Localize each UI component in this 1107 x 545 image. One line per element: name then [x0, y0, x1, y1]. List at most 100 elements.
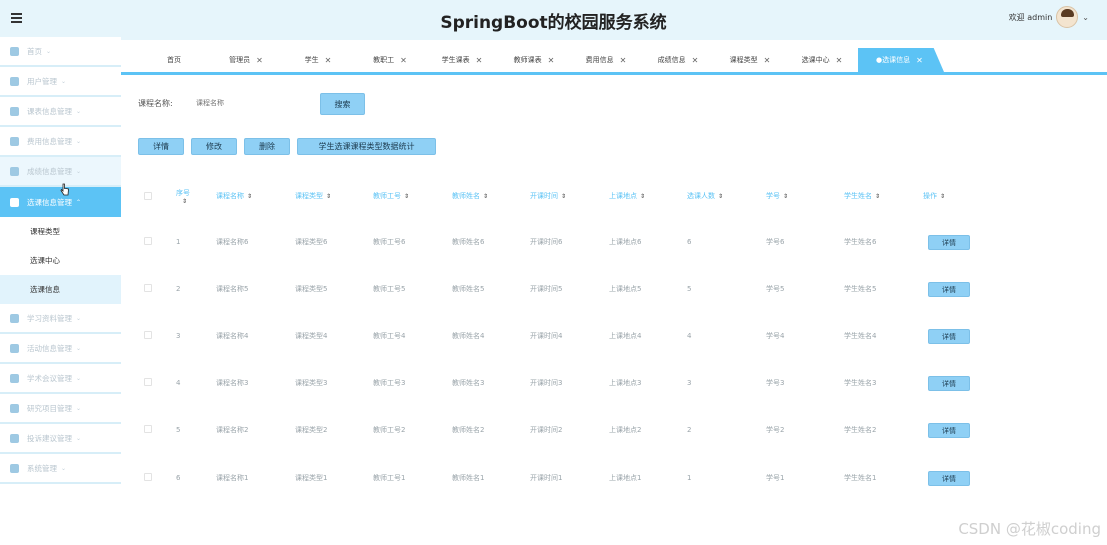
cell-teacher-name: 教师姓名4: [452, 331, 485, 340]
tab-home[interactable]: 首页: [138, 48, 210, 72]
delete-button[interactable]: 删除: [244, 138, 290, 155]
row-checkbox[interactable]: [144, 473, 152, 481]
sidebar-item-system[interactable]: 系统管理 ⌄: [0, 454, 121, 484]
cell-index: 2: [176, 284, 181, 293]
sort-icon[interactable]: ⇕: [483, 193, 488, 200]
tab-student-schedule[interactable]: 学生课表 ✕: [426, 48, 498, 72]
tab-selection-info[interactable]: ●选课信息 ✕: [858, 48, 944, 72]
sidebar-item-complaints[interactable]: 投诉建议管理 ⌄: [0, 424, 121, 454]
sort-icon[interactable]: ⇕: [404, 193, 409, 200]
close-icon[interactable]: ✕: [764, 56, 771, 65]
sort-icon[interactable]: ⇕: [875, 193, 880, 200]
row-detail-button[interactable]: 详情: [928, 235, 970, 250]
course-type-stats-button[interactable]: 学生选课课程类型数据统计: [297, 138, 436, 155]
sort-icon[interactable]: ⇕: [561, 193, 566, 200]
sidebar-subitem-selection-info[interactable]: 选课信息: [0, 275, 121, 304]
sort-icon[interactable]: ⇕: [783, 193, 788, 200]
sidebar-item-activities[interactable]: 活动信息管理 ⌄: [0, 334, 121, 364]
cell-course-type: 课程类型1: [295, 473, 328, 482]
sidebar-item-users[interactable]: 用户管理 ⌄: [0, 67, 121, 97]
column-header-student-name[interactable]: 学生姓名 ⇕: [844, 178, 880, 214]
row-detail-button[interactable]: 详情: [928, 282, 970, 297]
sidebar-item-schedule[interactable]: 课表信息管理 ⌄: [0, 97, 121, 127]
close-icon[interactable]: ✕: [256, 56, 263, 65]
column-header-teacher-name[interactable]: 教师姓名 ⇕: [452, 178, 488, 214]
sort-icon[interactable]: ⇕: [940, 193, 945, 200]
sidebar-item-conferences[interactable]: 学术会议管理 ⌄: [0, 364, 121, 394]
chevron-down-icon: ⌄: [61, 77, 67, 85]
row-checkbox[interactable]: [144, 425, 152, 433]
column-header-course-type[interactable]: 课程类型 ⇕: [295, 178, 331, 214]
cell-teacher-id: 教师工号2: [373, 425, 406, 434]
sort-icon[interactable]: ⇕: [247, 193, 252, 200]
cell-teacher-name: 教师姓名2: [452, 425, 485, 434]
close-icon[interactable]: ✕: [916, 56, 923, 65]
tab-course-type[interactable]: 课程类型 ✕: [714, 48, 786, 72]
sort-icon[interactable]: ⇕: [718, 193, 723, 200]
tab-selection-center[interactable]: 选课中心 ✕: [786, 48, 858, 72]
cell-course-name: 课程名称1: [216, 473, 249, 482]
cell-course-name: 课程名称3: [216, 378, 249, 387]
table-row[interactable]: 4 课程名称3 课程类型3 教师工号3 教师姓名3 开课时间3 上课地点3 3 …: [138, 359, 1098, 406]
column-header-course-name[interactable]: 课程名称 ⇕: [216, 178, 252, 214]
avatar[interactable]: [1056, 6, 1079, 28]
tab-fees[interactable]: 费用信息 ✕: [570, 48, 642, 72]
row-checkbox[interactable]: [144, 331, 152, 339]
course-name-search-input[interactable]: [186, 94, 306, 112]
column-header-location[interactable]: 上课地点 ⇕: [609, 178, 645, 214]
row-detail-button[interactable]: 详情: [928, 471, 970, 486]
sort-icon[interactable]: ⇕: [326, 193, 331, 200]
column-header-teacher-id[interactable]: 教师工号 ⇕: [373, 178, 409, 214]
table-row[interactable]: 5 课程名称2 课程类型2 教师工号2 教师姓名2 开课时间2 上课地点2 2 …: [138, 406, 1098, 453]
cell-start-time: 开课时间3: [530, 378, 563, 387]
column-header-student-id[interactable]: 学号 ⇕: [766, 178, 788, 214]
chevron-down-icon[interactable]: ⌄: [1082, 13, 1089, 22]
row-checkbox[interactable]: [144, 284, 152, 292]
table-row[interactable]: 6 课程名称1 课程类型1 教师工号1 教师姓名1 开课时间1 上课地点1 1 …: [138, 454, 1098, 501]
column-header-start-time[interactable]: 开课时间 ⇕: [530, 178, 566, 214]
table-row[interactable]: 1 课程名称6 课程类型6 教师工号6 教师姓名6 开课时间6 上课地点6 6 …: [138, 218, 1098, 265]
cell-location: 上课地点5: [609, 284, 642, 293]
grid-icon: [10, 403, 19, 413]
sidebar-subitem-selection-center[interactable]: 选课中心: [0, 246, 121, 275]
row-detail-button[interactable]: 详情: [928, 376, 970, 391]
sidebar-item-projects[interactable]: 研究项目管理 ⌄: [0, 394, 121, 424]
column-header-actions[interactable]: 操作 ⇕: [923, 178, 945, 214]
edit-button[interactable]: 修改: [191, 138, 237, 155]
row-checkbox[interactable]: [144, 237, 152, 245]
cell-enrollment: 2: [687, 425, 692, 434]
table-row[interactable]: 2 课程名称5 课程类型5 教师工号5 教师姓名5 开课时间5 上课地点5 5 …: [138, 265, 1098, 312]
cell-course-type: 课程类型6: [295, 237, 328, 246]
tab-teacher-schedule[interactable]: 教师课表 ✕: [498, 48, 570, 72]
close-icon[interactable]: ✕: [548, 56, 555, 65]
close-icon[interactable]: ✕: [692, 56, 699, 65]
table-row[interactable]: 3 课程名称4 课程类型4 教师工号4 教师姓名4 开课时间4 上课地点4 4 …: [138, 312, 1098, 359]
tab-student[interactable]: 学生 ✕: [282, 48, 354, 72]
close-icon[interactable]: ✕: [325, 56, 332, 65]
close-icon[interactable]: ✕: [400, 56, 407, 65]
cell-start-time: 开课时间1: [530, 473, 563, 482]
cell-student-id: 学号1: [766, 473, 785, 482]
close-icon[interactable]: ✕: [836, 56, 843, 65]
sort-icon[interactable]: ⇕: [640, 193, 645, 200]
row-detail-button[interactable]: 详情: [928, 423, 970, 438]
sidebar-item-materials[interactable]: 学习资料管理 ⌄: [0, 304, 121, 334]
close-icon[interactable]: ✕: [620, 56, 627, 65]
user-menu[interactable]: 欢迎 admin ⌄: [1009, 6, 1089, 28]
tab-admin[interactable]: 管理员 ✕: [210, 48, 282, 72]
sidebar-item-fees[interactable]: 费用信息管理 ⌄: [0, 127, 121, 157]
row-checkbox[interactable]: [144, 378, 152, 386]
tab-staff[interactable]: 教职工 ✕: [354, 48, 426, 72]
sort-icon[interactable]: ⇕: [182, 198, 187, 205]
detail-button[interactable]: 详情: [138, 138, 184, 155]
row-detail-button[interactable]: 详情: [928, 329, 970, 344]
search-button[interactable]: 搜索: [320, 93, 365, 115]
sidebar-subitem-course-type[interactable]: 课程类型: [0, 217, 121, 246]
column-header-index[interactable]: 序号 ⇕: [176, 178, 190, 214]
select-all-checkbox[interactable]: [144, 192, 152, 200]
tab-grades[interactable]: 成绩信息 ✕: [642, 48, 714, 72]
close-icon[interactable]: ✕: [476, 56, 483, 65]
cell-index: 5: [176, 425, 181, 434]
column-header-enrollment[interactable]: 选课人数 ⇕: [687, 178, 723, 214]
sidebar-item-home[interactable]: 首页 ⌄: [0, 37, 121, 67]
